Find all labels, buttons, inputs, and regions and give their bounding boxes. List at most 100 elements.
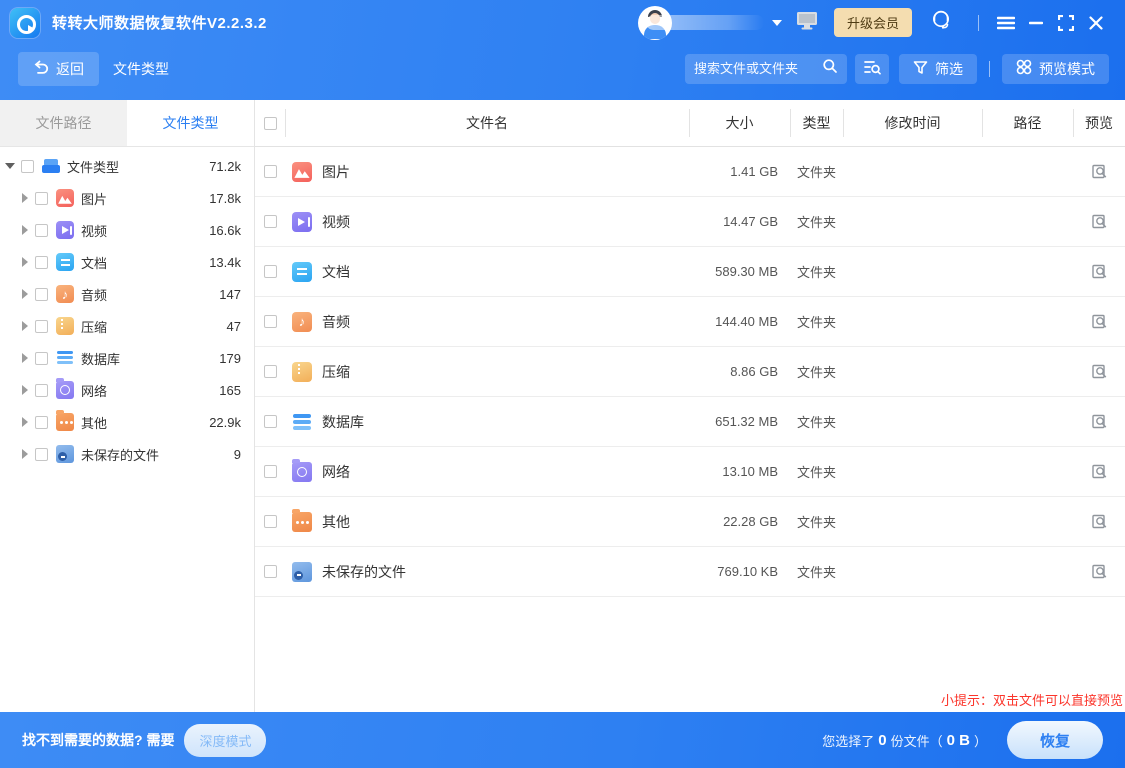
file-size: 1.41 GB (689, 164, 790, 179)
caret-down-icon[interactable] (5, 163, 15, 169)
file-type: 文件夹 (790, 412, 843, 431)
caret-right-icon[interactable] (22, 257, 28, 267)
caret-right-icon[interactable] (22, 289, 28, 299)
checkbox[interactable] (35, 352, 48, 365)
tree-item-document[interactable]: 文档 13.4k (0, 246, 254, 278)
filter-button[interactable]: 筛选 (899, 54, 977, 84)
item-count: 47 (227, 319, 254, 334)
preview-file-icon[interactable] (1073, 563, 1125, 580)
preview-file-icon[interactable] (1073, 463, 1125, 480)
row-checkbox[interactable] (264, 215, 277, 228)
file-size: 769.10 KB (689, 564, 790, 579)
caret-right-icon[interactable] (22, 353, 28, 363)
preview-file-icon[interactable] (1073, 213, 1125, 230)
caret-right-icon[interactable] (22, 417, 28, 427)
file-name: 视频 (322, 212, 350, 232)
preview-file-icon[interactable] (1073, 263, 1125, 280)
database-icon (56, 349, 74, 367)
breadcrumb: 文件类型 (113, 59, 169, 79)
item-count: 22.9k (209, 415, 254, 430)
tree-item-archive[interactable]: 压缩 47 (0, 310, 254, 342)
select-all-checkbox[interactable] (264, 117, 277, 130)
table-row[interactable]: 图片 1.41 GB 文件夹 (255, 147, 1125, 197)
archive-icon (56, 317, 74, 335)
row-checkbox[interactable] (264, 565, 277, 578)
file-size: 14.47 GB (689, 214, 790, 229)
checkbox[interactable] (35, 224, 48, 237)
preview-file-icon[interactable] (1073, 363, 1125, 380)
table-row[interactable]: 未保存的文件 769.10 KB 文件夹 (255, 547, 1125, 597)
file-type: 文件夹 (790, 562, 843, 581)
tab-file-path[interactable]: 文件路径 (0, 100, 127, 146)
checkbox[interactable] (35, 448, 48, 461)
tree-item-unsaved[interactable]: 未保存的文件 9 (0, 438, 254, 470)
checkbox[interactable] (35, 288, 48, 301)
checkbox[interactable] (21, 160, 34, 173)
deep-scan-question: 找不到需要的数据? 需要 (22, 730, 174, 750)
user-account[interactable] (638, 6, 782, 40)
search-input[interactable] (694, 61, 822, 76)
row-checkbox[interactable] (264, 315, 277, 328)
tree-item-pictures[interactable]: 图片 17.8k (0, 182, 254, 214)
table-row[interactable]: 其他 22.28 GB 文件夹 (255, 497, 1125, 547)
table-row[interactable]: 网络 13.10 MB 文件夹 (255, 447, 1125, 497)
file-type: 文件夹 (790, 212, 843, 231)
caret-right-icon[interactable] (22, 385, 28, 395)
selection-prefix: 您选择了 (822, 731, 874, 750)
tree-item-network[interactable]: 网络 165 (0, 374, 254, 406)
table-row[interactable]: 视频 14.47 GB 文件夹 (255, 197, 1125, 247)
back-label: 返回 (56, 59, 84, 79)
row-checkbox[interactable] (264, 165, 277, 178)
row-checkbox[interactable] (264, 465, 277, 478)
preview-mode-button[interactable]: 预览模式 (1002, 54, 1109, 84)
minimize-button[interactable] (1021, 8, 1051, 38)
file-type: 文件夹 (790, 262, 843, 281)
table-row[interactable]: 文档 589.30 MB 文件夹 (255, 247, 1125, 297)
item-count: 179 (219, 351, 254, 366)
tree-item-root[interactable]: 文件类型 71.2k (0, 150, 254, 182)
row-checkbox[interactable] (264, 365, 277, 378)
tree-item-audio[interactable]: 音频 147 (0, 278, 254, 310)
tree-item-database[interactable]: 数据库 179 (0, 342, 254, 374)
search-box[interactable] (685, 54, 847, 84)
checkbox[interactable] (35, 416, 48, 429)
table-row[interactable]: 数据库 651.32 MB 文件夹 (255, 397, 1125, 447)
tree-item-video[interactable]: 视频 16.6k (0, 214, 254, 246)
back-button[interactable]: 返回 (18, 52, 99, 86)
monitor-icon[interactable] (796, 11, 818, 35)
checkbox[interactable] (35, 384, 48, 397)
deep-mode-button[interactable]: 深度模式 (184, 724, 266, 757)
preview-file-icon[interactable] (1073, 513, 1125, 530)
maximize-button[interactable] (1051, 8, 1081, 38)
menu-button[interactable] (991, 8, 1021, 38)
search-icon[interactable] (822, 58, 838, 79)
row-checkbox[interactable] (264, 415, 277, 428)
caret-right-icon[interactable] (22, 193, 28, 203)
row-checkbox[interactable] (264, 515, 277, 528)
preview-file-icon[interactable] (1073, 163, 1125, 180)
document-icon (56, 253, 74, 271)
checkbox[interactable] (35, 320, 48, 333)
file-size: 589.30 MB (689, 264, 790, 279)
table-row[interactable]: 压缩 8.86 GB 文件夹 (255, 347, 1125, 397)
item-count: 13.4k (209, 255, 254, 270)
preview-file-icon[interactable] (1073, 413, 1125, 430)
tree-item-other[interactable]: 其他 22.9k (0, 406, 254, 438)
customer-service-icon[interactable] (930, 9, 952, 36)
upgrade-membership-button[interactable]: 升级会员 (834, 8, 912, 37)
account-dropdown-icon[interactable] (772, 20, 782, 26)
table-row[interactable]: 音频 144.40 MB 文件夹 (255, 297, 1125, 347)
checkbox[interactable] (35, 256, 48, 269)
tab-file-type[interactable]: 文件类型 (127, 100, 254, 146)
row-checkbox[interactable] (264, 265, 277, 278)
caret-right-icon[interactable] (22, 321, 28, 331)
search-in-results-button[interactable] (855, 54, 889, 84)
checkbox[interactable] (35, 192, 48, 205)
caret-right-icon[interactable] (22, 449, 28, 459)
selection-summary: 您选择了 0 份文件（ 0 B ） (822, 731, 987, 750)
caret-right-icon[interactable] (22, 225, 28, 235)
close-button[interactable] (1081, 8, 1111, 38)
preview-file-icon[interactable] (1073, 313, 1125, 330)
item-count: 147 (219, 287, 254, 302)
recover-button[interactable]: 恢复 (1007, 721, 1103, 759)
